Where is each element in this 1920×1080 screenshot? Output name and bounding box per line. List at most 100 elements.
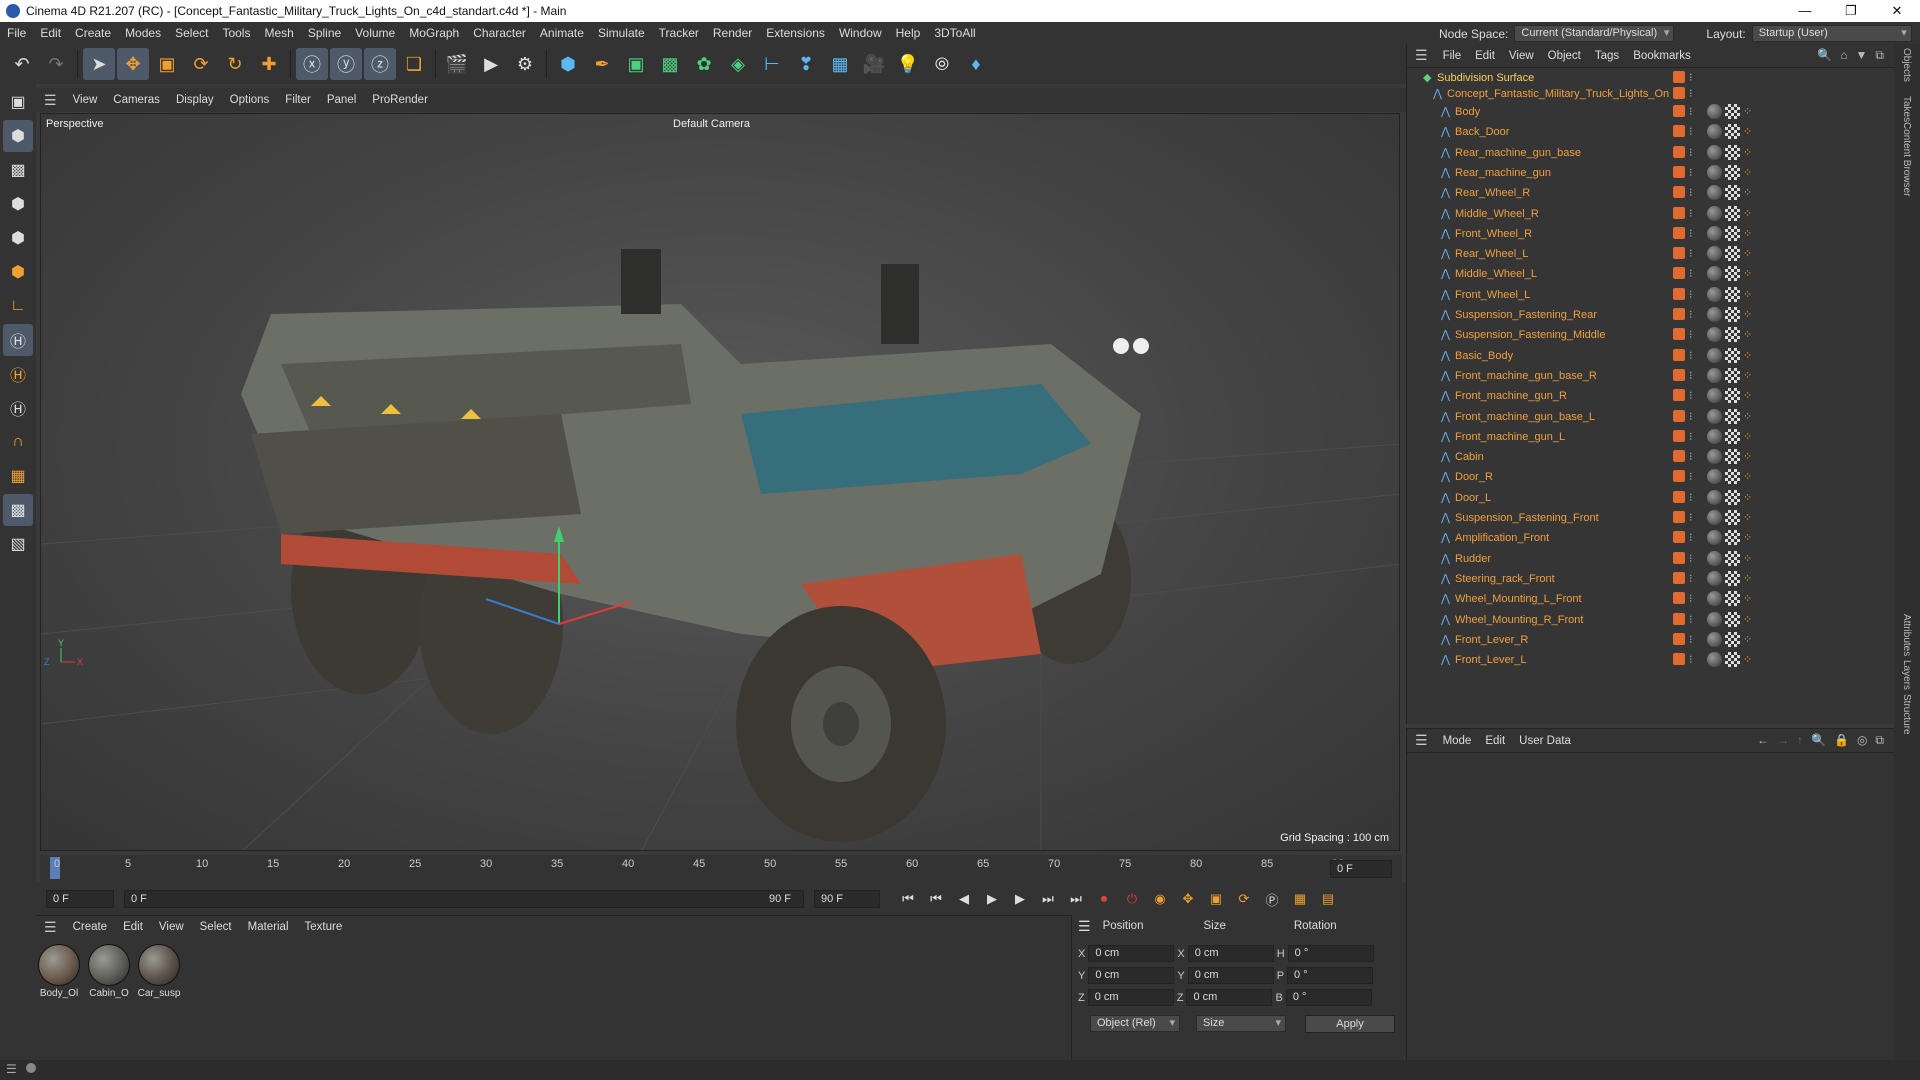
object-menu-bookmarks[interactable]: Bookmarks bbox=[1626, 50, 1698, 62]
solo-icon[interactable]: ▧ bbox=[3, 528, 33, 560]
menu-animate[interactable]: Animate bbox=[533, 26, 591, 40]
visibility-dots-icon[interactable]: ⁝ bbox=[1689, 610, 1693, 630]
attributes-menu-edit[interactable]: Edit bbox=[1478, 735, 1512, 747]
render-view-icon[interactable]: ▶ bbox=[475, 48, 507, 80]
material-tag-icon[interactable] bbox=[1707, 652, 1722, 668]
texture-tag-icon[interactable] bbox=[1725, 611, 1740, 627]
side-tab-attributes[interactable]: Attributes bbox=[1901, 614, 1912, 656]
material-tag-icon[interactable] bbox=[1707, 570, 1722, 586]
object-item[interactable]: ⋀ Front_Wheel_L ⁝ ⁘ bbox=[1407, 285, 1895, 305]
status-menu-icon[interactable]: ☰ bbox=[6, 1062, 17, 1076]
menu-render[interactable]: Render bbox=[706, 26, 759, 40]
attributes-hamburger-icon[interactable]: ☰ bbox=[1407, 732, 1436, 749]
material-tag-icon[interactable] bbox=[1707, 367, 1722, 383]
texture-tag-icon[interactable] bbox=[1725, 570, 1740, 586]
coordinate-mode-dropdown[interactable]: Object (Rel) bbox=[1090, 1015, 1180, 1032]
visibility-dots-icon[interactable]: ⁝ bbox=[1689, 427, 1693, 447]
phong-tag-icon[interactable]: ⁘ bbox=[1743, 163, 1752, 183]
phong-tag-icon[interactable]: ⁘ bbox=[1743, 366, 1752, 386]
layer-color-tag[interactable] bbox=[1673, 287, 1685, 300]
layer-color-tag[interactable] bbox=[1673, 511, 1685, 523]
target-icon[interactable]: ◎ bbox=[1857, 733, 1867, 748]
phong-tag-icon[interactable]: ⁘ bbox=[1743, 569, 1752, 589]
coordinate-tool-icon[interactable]: ✚ bbox=[253, 48, 285, 80]
texture-tag-icon[interactable] bbox=[1725, 530, 1740, 546]
visibility-dots-icon[interactable]: ⁝ bbox=[1689, 447, 1693, 467]
phong-tag-icon[interactable]: ⁘ bbox=[1743, 407, 1752, 427]
layer-color-tag[interactable] bbox=[1673, 267, 1685, 280]
visibility-dots-icon[interactable]: ⁝ bbox=[1689, 346, 1693, 366]
object-item[interactable]: ⋀ Body ⁝ ⁘ bbox=[1407, 102, 1895, 122]
key-selection-icon[interactable]: ◉ bbox=[1148, 887, 1172, 911]
menu-extensions[interactable]: Extensions bbox=[759, 26, 832, 40]
phong-tag-icon[interactable]: ⁘ bbox=[1743, 305, 1752, 325]
object-item[interactable]: ⋀ Steering_rack_Front ⁝ ⁘ bbox=[1407, 569, 1895, 589]
material-tag-icon[interactable] bbox=[1707, 104, 1722, 119]
object-item[interactable]: ⋀ Rear_Wheel_L ⁝ ⁘ bbox=[1407, 244, 1895, 264]
attr-new-window-icon[interactable]: ⧉ bbox=[1875, 733, 1884, 748]
material-tag-icon[interactable] bbox=[1707, 428, 1722, 444]
material-menu-view[interactable]: View bbox=[151, 921, 192, 933]
phong-tag-icon[interactable]: ⁘ bbox=[1743, 204, 1752, 224]
visibility-dots-icon[interactable]: ⁝ bbox=[1689, 508, 1693, 528]
edges-mode-icon[interactable]: ⬢ bbox=[3, 222, 33, 254]
object-item[interactable]: ⋀ Rear_machine_gun ⁝ ⁘ bbox=[1407, 163, 1895, 183]
python-icon[interactable]: ♦ bbox=[960, 48, 992, 80]
axis-mode-icon[interactable]: ∟ bbox=[3, 290, 33, 322]
layer-color-tag[interactable] bbox=[1673, 490, 1685, 503]
menu-simulate[interactable]: Simulate bbox=[591, 26, 652, 40]
layer-color-tag[interactable] bbox=[1673, 308, 1685, 320]
object-menu-tags[interactable]: Tags bbox=[1588, 50, 1626, 62]
position-field[interactable]: 0 cm bbox=[1087, 989, 1174, 1006]
maximize-button[interactable]: ❐ bbox=[1828, 0, 1874, 22]
texture-tag-icon[interactable] bbox=[1725, 205, 1740, 221]
texture-tag-icon[interactable] bbox=[1725, 164, 1740, 180]
autokey-icon[interactable]: ⏻ bbox=[1120, 887, 1144, 911]
object-item[interactable]: ⋀ Suspension_Fastening_Rear ⁝ ⁘ bbox=[1407, 305, 1895, 325]
object-item[interactable]: ⋀ Front_Lever_R ⁝ ⁘ bbox=[1407, 630, 1895, 650]
key-position-icon[interactable]: ✥ bbox=[1176, 887, 1200, 911]
recent-tools-icon[interactable]: ↻ bbox=[219, 48, 251, 80]
object-menu-edit[interactable]: Edit bbox=[1468, 50, 1502, 62]
menu-tools[interactable]: Tools bbox=[215, 26, 257, 40]
rotate-tool-icon[interactable]: ⟳ bbox=[185, 48, 217, 80]
visibility-dots-icon[interactable]: ⁝ bbox=[1689, 569, 1693, 589]
layer-color-tag[interactable] bbox=[1673, 571, 1685, 584]
phong-tag-icon[interactable]: ⁘ bbox=[1743, 528, 1752, 548]
workplane-icon[interactable]: ▦ bbox=[3, 460, 33, 492]
object-item[interactable]: ⋀ Back_Door ⁝ ⁘ bbox=[1407, 122, 1895, 142]
layer-color-tag[interactable] bbox=[1673, 409, 1685, 422]
start-frame-field[interactable]: 0 F bbox=[46, 890, 114, 908]
go-to-start-icon[interactable]: ⏮ bbox=[896, 887, 920, 911]
rotation-field[interactable]: 0 ° bbox=[1285, 989, 1372, 1006]
visibility-dots-icon[interactable]: ⁝ bbox=[1689, 122, 1693, 142]
layer-color-tag[interactable] bbox=[1673, 186, 1685, 199]
layer-color-tag[interactable] bbox=[1673, 653, 1685, 666]
grid-lock-icon[interactable]: ▩ bbox=[3, 494, 33, 526]
material-tag-icon[interactable] bbox=[1707, 591, 1722, 607]
phong-tag-icon[interactable]: ⁘ bbox=[1743, 102, 1752, 122]
object-item[interactable]: ⋀ Wheel_Mounting_R_Front ⁝ ⁘ bbox=[1407, 610, 1895, 630]
layer-color-tag[interactable] bbox=[1673, 247, 1685, 260]
object-item[interactable]: ⋀ Front_machine_gun_base_L ⁝ ⁘ bbox=[1407, 407, 1895, 427]
attributes-menu-user-data[interactable]: User Data bbox=[1512, 735, 1578, 747]
snap-settings-icon[interactable]: Ⓗ bbox=[3, 358, 33, 390]
array-generator-icon[interactable]: ▩ bbox=[654, 48, 686, 80]
phong-tag-icon[interactable]: ⁘ bbox=[1743, 122, 1752, 142]
coordinates-hamburger-icon[interactable]: ☰ bbox=[1072, 918, 1097, 935]
minimize-button[interactable]: — bbox=[1782, 0, 1828, 22]
light-icon[interactable]: 💡 bbox=[892, 48, 924, 80]
object-item[interactable]: ⋀ Front_machine_gun_R ⁝ ⁘ bbox=[1407, 386, 1895, 406]
material-menu-edit[interactable]: Edit bbox=[115, 921, 151, 933]
object-item[interactable]: ⋀ Cabin ⁝ ⁘ bbox=[1407, 447, 1895, 467]
phong-tag-icon[interactable]: ⁘ bbox=[1743, 650, 1752, 670]
material-menu-texture[interactable]: Texture bbox=[297, 921, 351, 933]
object-item[interactable]: ⋀ Middle_Wheel_L ⁝ ⁘ bbox=[1407, 264, 1895, 284]
material-tag-icon[interactable] bbox=[1707, 266, 1722, 282]
phong-tag-icon[interactable]: ⁘ bbox=[1743, 325, 1752, 345]
phong-tag-icon[interactable]: ⁘ bbox=[1743, 264, 1752, 284]
phong-tag-icon[interactable]: ⁘ bbox=[1743, 549, 1752, 569]
position-field[interactable]: 0 cm bbox=[1088, 945, 1175, 962]
object-item[interactable]: ⋀ Front_Lever_L ⁝ ⁘ bbox=[1407, 650, 1895, 670]
texture-tag-icon[interactable] bbox=[1725, 185, 1740, 201]
